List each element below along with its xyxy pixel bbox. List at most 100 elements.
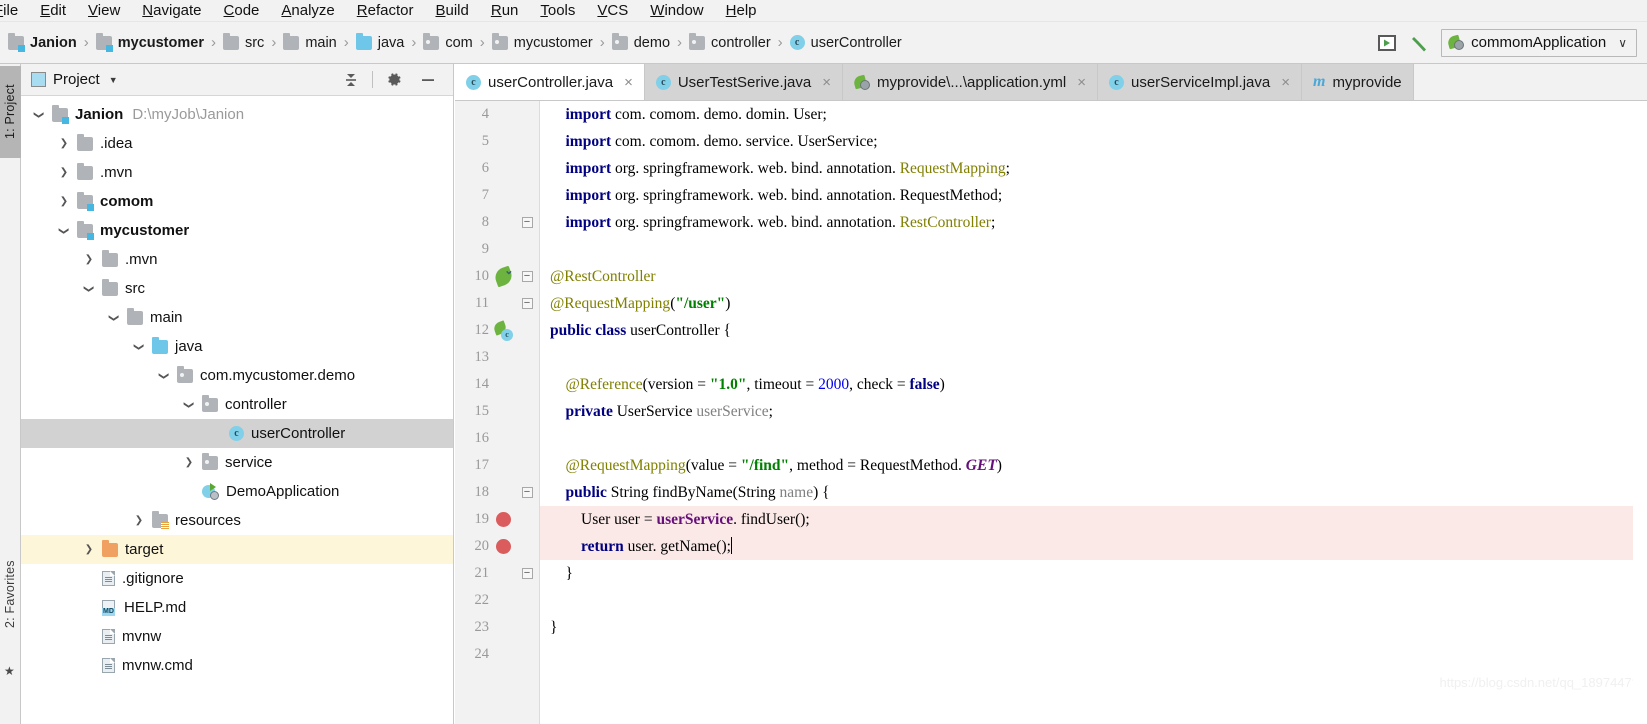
code-line-4[interactable]: import com. comom. demo. domin. User; (540, 101, 1647, 128)
code-line-24[interactable] (540, 641, 1647, 668)
gutter-line-18[interactable]: 18 − (455, 479, 539, 506)
menu-item-code[interactable]: Code (213, 0, 271, 22)
tree-node-help-md[interactable]: MD HELP.md (21, 593, 453, 622)
tree-node--idea[interactable]: ❯ .idea (21, 129, 453, 158)
gutter-line-24[interactable]: 24 (455, 641, 539, 668)
breakpoint-icon[interactable] (489, 539, 517, 554)
breadcrumb-item-mycustomer[interactable]: mycustomer (95, 32, 204, 52)
editor-scrollbar[interactable] (1633, 101, 1647, 724)
chevron-right-icon[interactable]: ❯ (56, 136, 72, 152)
gutter-line-7[interactable]: 7 (455, 182, 539, 209)
code-line-7[interactable]: import org. springframework. web. bind. … (540, 182, 1647, 209)
breakpoint-icon[interactable] (495, 539, 511, 554)
code-line-20[interactable]: return user. getName(); (540, 533, 1647, 560)
menu-item-refactor[interactable]: Refactor (346, 0, 425, 22)
code-line-21[interactable]: } (540, 560, 1647, 587)
menu-item-view[interactable]: View (77, 0, 131, 22)
code-line-6[interactable]: import org. springframework. web. bind. … (540, 155, 1647, 182)
collapse-fold-icon[interactable]: − (521, 271, 533, 282)
gutter-line-4[interactable]: 4 (455, 101, 539, 128)
gutter-line-6[interactable]: 6 (455, 155, 539, 182)
menu-item-help[interactable]: Help (715, 0, 768, 22)
tool-window-tab-project[interactable]: 1: Project (0, 66, 21, 158)
editor-tab-usertestserive-java[interactable]: c UserTestSerive.java × (644, 64, 843, 100)
chevron-down-icon[interactable]: ▼ (109, 75, 118, 85)
breadcrumb-item-demo[interactable]: demo (611, 32, 670, 51)
gutter-line-9[interactable]: 9 (455, 236, 539, 263)
breadcrumb-item-src[interactable]: src (222, 32, 264, 51)
gutter-line-20[interactable]: 20 (455, 533, 539, 560)
chevron-down-icon[interactable]: ❯ (156, 368, 172, 384)
code-line-5[interactable]: import com. comom. demo. service. UserSe… (540, 128, 1647, 155)
fold-toggle-icon[interactable]: − (517, 217, 537, 228)
menu-item-window[interactable]: Window (639, 0, 714, 22)
spring-bean-icon[interactable]: ⌄ (489, 266, 517, 288)
chevron-down-icon[interactable]: ❯ (181, 397, 197, 413)
gutter-line-21[interactable]: 21 − (455, 560, 539, 587)
gutter-line-5[interactable]: 5 (455, 128, 539, 155)
tree-node--mvn[interactable]: ❯ .mvn (21, 158, 453, 187)
chevron-down-icon[interactable]: ❯ (131, 339, 147, 355)
chevron-right-icon[interactable]: ❯ (81, 252, 97, 268)
project-panel-title-group[interactable]: Project ▼ (31, 71, 118, 88)
gutter-line-14[interactable]: 14 (455, 371, 539, 398)
tree-node-java[interactable]: ❯ java (21, 332, 453, 361)
breadcrumb-item-usercontroller[interactable]: c userController (789, 35, 902, 51)
spring-bean-icon[interactable]: ⌄ (492, 266, 514, 288)
editor-tab-userserviceimpl-java[interactable]: c userServiceImpl.java × (1098, 64, 1302, 100)
tree-node-demoapplication[interactable]: DemoApplication (21, 477, 453, 506)
close-icon[interactable]: × (822, 74, 831, 91)
code-line-11[interactable]: @RequestMapping("/user") (540, 290, 1647, 317)
chevron-right-icon[interactable]: ❯ (181, 455, 197, 471)
tree-node-controller[interactable]: ❯ controller (21, 390, 453, 419)
gutter-line-16[interactable]: 16 (455, 425, 539, 452)
chevron-down-icon[interactable]: ❯ (56, 223, 72, 239)
editor-tab-myprovide[interactable]: m myprovide (1301, 64, 1414, 100)
hammer-icon[interactable] (1408, 31, 1432, 55)
spring-class-icon[interactable]: c (492, 319, 513, 341)
menu-item-vcs[interactable]: VCS (586, 0, 639, 22)
tree-node-comom[interactable]: ❯ comom (21, 187, 453, 216)
breadcrumb-item-mycustomer[interactable]: mycustomer (491, 32, 593, 51)
code-content[interactable]: import com. comom. demo. domin. User; im… (540, 101, 1647, 724)
gutter-line-13[interactable]: 13 (455, 344, 539, 371)
tree-node-src[interactable]: ❯ src (21, 274, 453, 303)
gutter-line-22[interactable]: 22 (455, 587, 539, 614)
fold-toggle-icon[interactable]: − (517, 487, 537, 498)
code-line-9[interactable] (540, 236, 1647, 263)
collapse-fold-icon[interactable]: − (521, 568, 533, 579)
chevron-down-icon[interactable]: ❯ (81, 281, 97, 297)
code-line-19[interactable]: User user = userService. findUser(); (540, 506, 1647, 533)
menu-item-navigate[interactable]: Navigate (131, 0, 212, 22)
gutter-line-11[interactable]: 11 − (455, 290, 539, 317)
chevron-down-icon[interactable]: ❯ (31, 107, 47, 123)
menu-item-tools[interactable]: Tools (529, 0, 586, 22)
gutter-line-12[interactable]: 12 c (455, 317, 539, 344)
close-icon[interactable]: × (624, 74, 633, 91)
breadcrumb-item-controller[interactable]: controller (689, 32, 771, 51)
breadcrumb-item-java[interactable]: java (355, 32, 404, 51)
collapse-fold-icon[interactable]: − (521, 487, 533, 498)
breakpoint-icon[interactable] (489, 512, 517, 527)
tree-node-resources[interactable]: ❯ resources (21, 506, 453, 535)
tree-node--gitignore[interactable]: .gitignore (21, 564, 453, 593)
tree-node-janion[interactable]: ❯ Janion D:\myJob\Janion (21, 100, 453, 129)
breadcrumb-item-com[interactable]: com (423, 32, 473, 51)
code-line-12[interactable]: public class userController { (540, 317, 1647, 344)
close-icon[interactable]: × (1281, 74, 1290, 91)
code-line-15[interactable]: private UserService userService; (540, 398, 1647, 425)
chevron-right-icon[interactable]: ❯ (131, 513, 147, 529)
tree-node-service[interactable]: ❯ service (21, 448, 453, 477)
code-line-18[interactable]: public String findByName(String name) { (540, 479, 1647, 506)
menu-item-edit[interactable]: Edit (29, 0, 77, 22)
tree-node-mvnw[interactable]: mvnw (21, 622, 453, 651)
chevron-right-icon[interactable]: ❯ (56, 194, 72, 210)
close-icon[interactable]: × (1077, 74, 1086, 91)
tree-node-main[interactable]: ❯ main (21, 303, 453, 332)
preview-icon[interactable] (1375, 31, 1399, 55)
project-tree[interactable]: ❯ Janion D:\myJob\Janion ❯ .idea ❯ .mvn ❯ comom ❯… (21, 96, 453, 724)
breadcrumb-item-janion[interactable]: Janion (8, 32, 77, 52)
menu-item-file[interactable]: File (0, 0, 29, 22)
editor-gutter[interactable]: 4 5 6 7 8−9 10 ⌄ −11−12 c 13 14 15 16 17 18−19 20 21−22 2… (455, 101, 540, 724)
code-line-17[interactable]: @RequestMapping(value = "/find", method … (540, 452, 1647, 479)
